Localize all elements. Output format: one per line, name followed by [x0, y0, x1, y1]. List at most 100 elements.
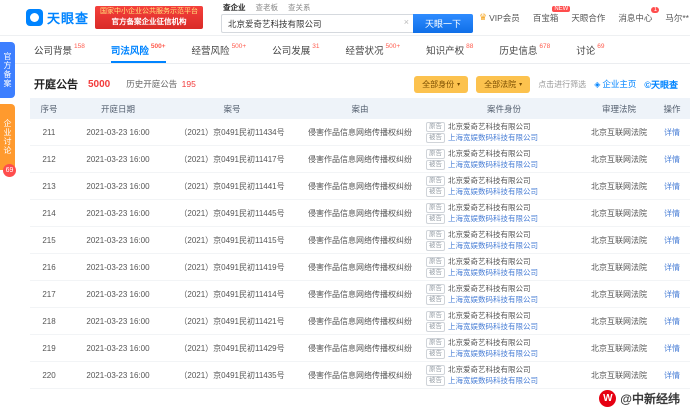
defendant-tag: 被告 [426, 133, 445, 143]
tab-label: 经营风险 [192, 43, 230, 57]
defendant-line: 被告上海宽娱数码科技有限公司 [426, 213, 582, 224]
detail-link[interactable]: 详情 [664, 182, 680, 191]
plaintiff-line: 原告北京爱奇艺科技有限公司 [426, 121, 582, 132]
plaintiff-tag: 原告 [426, 338, 445, 348]
row-case-number: （2021）京0491民初11429号 [168, 335, 296, 362]
search-tab-boss[interactable]: 查老板 [256, 2, 279, 13]
filter-identity-dropdown[interactable]: 全部身份 ▾ [414, 76, 468, 93]
tab-operation-status[interactable]: 经营状况 500+ [345, 36, 400, 63]
header-right-menu: ♛ VIP会员 百宝箱 NEW 天眼合作 消息中心 1 马尔** ▾ [479, 12, 690, 24]
detail-link[interactable]: 详情 [664, 236, 680, 245]
plaintiff-name: 北京爱奇艺科技有限公司 [448, 256, 531, 267]
defendant-name-link[interactable]: 上海宽娱数码科技有限公司 [448, 186, 538, 197]
filter-identity-label: 全部身份 [422, 79, 454, 90]
company-homepage-link[interactable]: ◈ 企业主页 [594, 78, 636, 90]
defendant-name-link[interactable]: 上海宽娱数码科技有限公司 [448, 348, 538, 359]
row-case-number: （2021）京0491民初11414号 [168, 281, 296, 308]
detail-link[interactable]: 详情 [664, 128, 680, 137]
plaintiff-tag: 原告 [426, 149, 445, 159]
detail-link[interactable]: 详情 [664, 209, 680, 218]
defendant-name-link[interactable]: 上海宽娱数码科技有限公司 [448, 375, 538, 386]
tab-label: 讨论 [576, 43, 595, 57]
row-court: 北京互联网法院 [584, 335, 654, 362]
cooperation-link[interactable]: 天眼合作 [571, 12, 605, 24]
vip-member-link[interactable]: ♛ VIP会员 [479, 12, 520, 24]
detail-link[interactable]: 详情 [664, 317, 680, 326]
defendant-name-link[interactable]: 上海宽娱数码科技有限公司 [448, 213, 538, 224]
row-seq: 212 [30, 146, 68, 173]
tianyancha-brand-mark: ©天眼查 [644, 78, 678, 91]
tab-label: 司法风险 [111, 43, 149, 57]
tab-label: 经营状况 [345, 43, 383, 57]
plaintiff-name: 北京爱奇艺科技有限公司 [448, 310, 531, 321]
defendant-name-link[interactable]: 上海宽娱数码科技有限公司 [448, 240, 538, 251]
detail-link[interactable]: 详情 [664, 371, 680, 380]
plaintiff-name: 北京爱奇艺科技有限公司 [448, 229, 531, 240]
table-row: 2112021-03-23 16:00（2021）京0491民初11434号侵害… [30, 119, 690, 146]
plaintiff-name: 北京爱奇艺科技有限公司 [448, 283, 531, 294]
official-record-ribbon[interactable]: 官方备案 [0, 42, 15, 98]
gov-banner-line1: 国家中小企业公共服务示范平台 [100, 8, 198, 17]
row-seq: 215 [30, 227, 68, 254]
row-cause: 侵害作品信息网络传播权纠纷 [296, 281, 424, 308]
defendant-line: 被告上海宽娱数码科技有限公司 [426, 348, 582, 359]
message-center-link[interactable]: 消息中心 1 [618, 12, 652, 24]
detail-link[interactable]: 详情 [664, 344, 680, 353]
username: 马尔** [665, 12, 689, 24]
detail-link[interactable]: 详情 [664, 263, 680, 272]
col-seq: 序号 [30, 98, 68, 119]
main-content: 开庭公告 5000 历史开庭公告 195 全部身份 ▾ 全部法院 ▾ 点击进行筛… [30, 70, 682, 389]
table-row: 2142021-03-23 16:00（2021）京0491民初11445号侵害… [30, 200, 690, 227]
defendant-name-link[interactable]: 上海宽娱数码科技有限公司 [448, 159, 538, 170]
filter-court-dropdown[interactable]: 全部法院 ▾ [476, 76, 530, 93]
detail-link[interactable]: 详情 [664, 155, 680, 164]
plaintiff-line: 原告北京爱奇艺科技有限公司 [426, 310, 582, 321]
filter-hint[interactable]: 点击进行筛选 [538, 79, 586, 90]
defendant-name-link[interactable]: 上海宽娱数码科技有限公司 [448, 294, 538, 305]
col-date: 开庭日期 [68, 98, 168, 119]
tab-company-development[interactable]: 公司发展 31 [272, 36, 319, 63]
toolbox-link[interactable]: 百宝箱 NEW [533, 12, 559, 24]
search-button[interactable]: 天眼一下 [413, 14, 473, 33]
toolbox-new-badge: NEW [552, 6, 570, 12]
defendant-name-link[interactable]: 上海宽娱数码科技有限公司 [448, 132, 538, 143]
defendant-name-link[interactable]: 上海宽娱数码科技有限公司 [448, 267, 538, 278]
message-count-badge: 1 [651, 7, 659, 13]
tab-intellectual-property[interactable]: 知识产权 88 [426, 36, 473, 63]
search-row: × 天眼一下 [221, 14, 473, 34]
row-case-number: （2021）京0491民初11435号 [168, 362, 296, 389]
plaintiff-line: 原告北京爱奇艺科技有限公司 [426, 337, 582, 348]
detail-link[interactable]: 详情 [664, 290, 680, 299]
search-input[interactable] [221, 14, 413, 33]
tab-operation-risk[interactable]: 经营风险 500+ [192, 36, 247, 63]
tab-judicial-risk[interactable]: 司法风险 500+ [111, 36, 166, 63]
history-announcements-link[interactable]: 历史开庭公告 195 [126, 78, 196, 90]
row-court: 北京互联网法院 [584, 281, 654, 308]
row-parties: 原告北京爱奇艺科技有限公司被告上海宽娱数码科技有限公司 [424, 254, 584, 281]
table-row: 2162021-03-23 16:00（2021）京0491民初11419号侵害… [30, 254, 690, 281]
row-case-number: （2021）京0491民初11421号 [168, 308, 296, 335]
top-header: 天眼查 国家中小企业公共服务示范平台 官方备案企业征信机构 查企业 查老板 查关… [0, 0, 690, 36]
clear-search-icon[interactable]: × [404, 17, 409, 27]
section-toolbar: 开庭公告 5000 历史开庭公告 195 全部身份 ▾ 全部法院 ▾ 点击进行筛… [30, 70, 682, 98]
discussion-ribbon[interactable]: 企业讨论 [0, 104, 15, 170]
plaintiff-line: 原告北京爱奇艺科技有限公司 [426, 256, 582, 267]
tab-count: 158 [74, 43, 85, 50]
search-tab-relation[interactable]: 查关系 [288, 2, 311, 13]
tab-discussion[interactable]: 讨论 69 [576, 36, 604, 63]
defendant-name-link[interactable]: 上海宽娱数码科技有限公司 [448, 321, 538, 332]
tab-count: 500+ [151, 43, 166, 50]
col-party-role: 案件身份 [424, 98, 584, 119]
search-tab-company[interactable]: 查企业 [223, 2, 246, 13]
tab-company-background[interactable]: 公司背景 158 [34, 36, 85, 63]
row-seq: 211 [30, 119, 68, 146]
table-row: 2172021-03-23 16:00（2021）京0491民初11414号侵害… [30, 281, 690, 308]
message-center-label: 消息中心 [618, 12, 652, 24]
tab-history-info[interactable]: 历史信息 678 [499, 36, 550, 63]
col-cause: 案由 [296, 98, 424, 119]
tianyancha-logo[interactable]: 天眼查 [26, 8, 89, 27]
user-menu[interactable]: 马尔** ▾ [665, 12, 690, 24]
row-seq: 219 [30, 335, 68, 362]
defendant-line: 被告上海宽娱数码科技有限公司 [426, 186, 582, 197]
row-cause: 侵害作品信息网络传播权纠纷 [296, 173, 424, 200]
